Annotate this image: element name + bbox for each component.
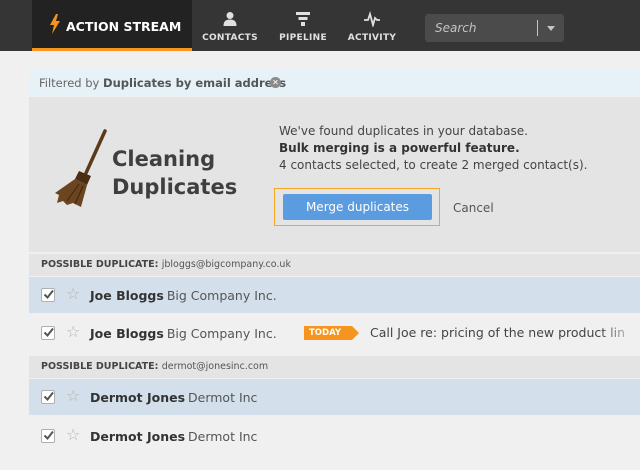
filter-bar: Filtered by Duplicates by email address … [29, 70, 640, 95]
contact-name[interactable]: Dermot Jones [90, 429, 185, 444]
duplicate-group-email: dermot@jonesinc.com [161, 361, 269, 372]
duplicate-group-label: POSSIBLE DUPLICATE: [41, 361, 159, 372]
contact-company: Dermot Inc [188, 390, 258, 405]
row-checkbox[interactable] [41, 390, 55, 404]
contact-company: Big Company Inc. [166, 288, 277, 303]
clear-filter-icon[interactable]: ✕ [270, 77, 281, 88]
contact-name[interactable]: Joe Bloggs [90, 326, 164, 341]
filter-prefix: Filtered by [39, 76, 100, 90]
filter-value: Duplicates by email address [103, 76, 287, 90]
next-task-text[interactable]: Call Joe re: pricing of the new product … [370, 325, 625, 340]
check-icon [43, 289, 54, 300]
contact-row[interactable]: ☆ Dermot Jones Dermot Inc [29, 379, 640, 415]
broom-icon [55, 129, 107, 207]
contact-name[interactable]: Dermot Jones [90, 390, 185, 405]
nav-item-contacts[interactable]: CONTACTS [200, 0, 260, 51]
search-divider [537, 20, 538, 36]
action-stream-label: ACTION STREAM [66, 19, 182, 34]
check-icon [43, 430, 54, 441]
action-stream-tab[interactable]: ACTION STREAM [32, 0, 192, 51]
merge-button-focus-ring: Merge duplicates [274, 188, 440, 226]
star-icon[interactable]: ☆ [66, 324, 80, 340]
pulse-icon [364, 11, 380, 27]
banner-title: Cleaning Duplicates [112, 145, 237, 201]
contact-name[interactable]: Joe Bloggs [90, 288, 164, 303]
row-checkbox[interactable] [41, 288, 55, 302]
duplicate-group-header: POSSIBLE DUPLICATE: dermot@jonesinc.com [29, 356, 640, 378]
banner-message-line2: Bulk merging is a powerful feature. [279, 141, 520, 155]
nav-label-pipeline: PIPELINE [279, 33, 327, 43]
filter-text: Filtered by Duplicates by email address [39, 76, 286, 90]
top-navigation-bar: ACTION STREAM CONTACTS PIPELINE ACTIVITY… [0, 0, 640, 51]
banner-message-line3: 4 contacts selected, to create 2 merged … [279, 158, 588, 172]
person-icon [223, 12, 237, 26]
chevron-down-icon[interactable] [547, 26, 555, 31]
cleaning-duplicates-banner: Cleaning Duplicates We've found duplicat… [29, 97, 640, 252]
contact-company: Big Company Inc. [166, 326, 277, 341]
duplicate-group-header: POSSIBLE DUPLICATE: jbloggs@bigcompany.c… [29, 254, 640, 276]
duplicate-group-label: POSSIBLE DUPLICATE: [41, 259, 159, 270]
search-placeholder: Search [435, 21, 477, 35]
nav-item-activity[interactable]: ACTIVITY [343, 0, 401, 51]
contact-row[interactable]: ☆ Joe Bloggs Big Company Inc. TODAY Call … [29, 315, 640, 351]
banner-message-line1: We've found duplicates in your database. [279, 124, 528, 138]
filter-icon [296, 12, 310, 26]
star-icon[interactable]: ☆ [66, 427, 80, 443]
cancel-link[interactable]: Cancel [453, 201, 494, 215]
lightning-bolt-icon [50, 14, 60, 34]
row-fade [600, 315, 640, 351]
contact-company: Dermot Inc [188, 429, 258, 444]
row-checkbox[interactable] [41, 429, 55, 443]
search-input[interactable]: Search [425, 14, 564, 42]
merge-duplicates-button[interactable]: Merge duplicates [283, 194, 432, 220]
row-checkbox[interactable] [41, 326, 55, 340]
nav-item-pipeline[interactable]: PIPELINE [272, 0, 334, 51]
check-icon [43, 327, 54, 338]
banner-title-line1: Cleaning [112, 147, 216, 171]
banner-title-line2: Duplicates [112, 175, 238, 199]
contact-row[interactable]: ☆ Dermot Jones Dermot Inc [29, 418, 640, 454]
today-badge: TODAY [304, 326, 359, 340]
contact-row[interactable]: ☆ Joe Bloggs Big Company Inc. [29, 277, 640, 313]
duplicate-group-email: jbloggs@bigcompany.co.uk [161, 259, 291, 270]
check-icon [43, 391, 54, 402]
nav-label-contacts: CONTACTS [202, 33, 258, 43]
star-icon[interactable]: ☆ [66, 286, 80, 302]
nav-label-activity: ACTIVITY [347, 33, 397, 43]
star-icon[interactable]: ☆ [66, 388, 80, 404]
